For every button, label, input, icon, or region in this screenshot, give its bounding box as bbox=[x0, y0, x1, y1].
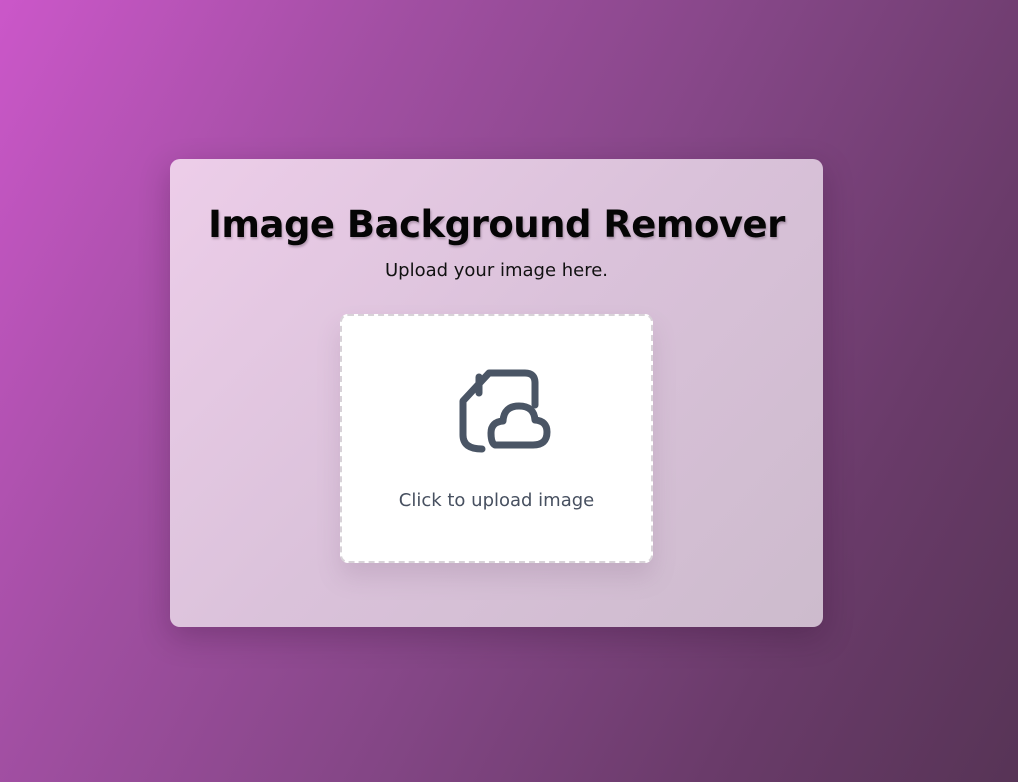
page-title: Image Background Remover bbox=[208, 203, 785, 246]
upload-dropzone[interactable]: Click to upload image bbox=[340, 314, 653, 563]
file-cloud-upload-icon bbox=[455, 363, 551, 459]
remover-card: Image Background Remover Upload your ima… bbox=[170, 159, 823, 627]
page-subtitle: Upload your image here. bbox=[384, 260, 609, 281]
upload-label: Click to upload image bbox=[398, 490, 595, 511]
